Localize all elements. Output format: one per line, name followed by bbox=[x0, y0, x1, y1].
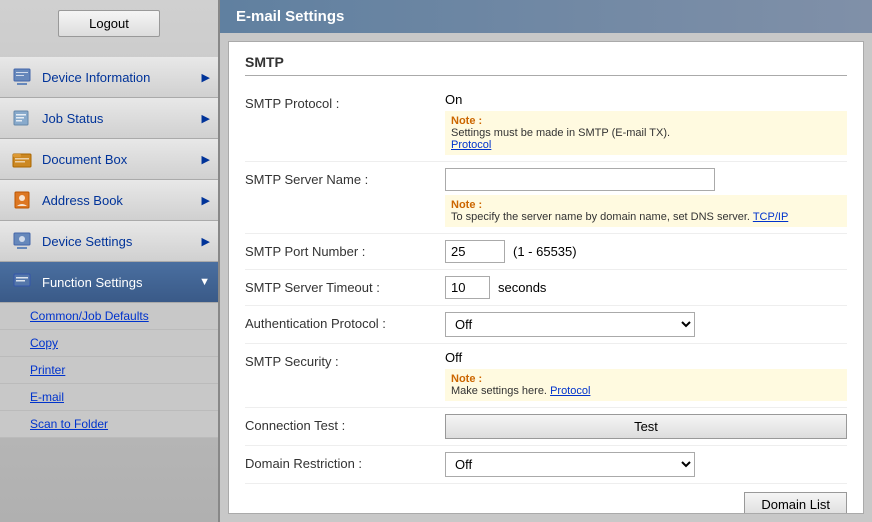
sidebar-item-label: Address Book bbox=[42, 193, 123, 208]
auth-protocol-row: Authentication Protocol : Off POP before… bbox=[245, 306, 847, 344]
sub-item-scan-to-folder[interactable]: Scan to Folder bbox=[0, 411, 218, 438]
sidebar-item-device-settings[interactable]: Device Settings ▶ bbox=[0, 221, 218, 262]
smtp-port-input[interactable] bbox=[445, 240, 505, 263]
function-settings-submenu: Common/Job Defaults Copy Printer E-mail … bbox=[0, 303, 218, 438]
main-content: E-mail Settings SMTP SMTP Protocol : On … bbox=[220, 0, 872, 522]
address-book-icon bbox=[10, 188, 34, 212]
smtp-security-label: SMTP Security : bbox=[245, 350, 445, 369]
connection-test-value-area: Test bbox=[445, 414, 847, 439]
smtp-protocol-label: SMTP Protocol : bbox=[245, 92, 445, 111]
domain-restriction-label: Domain Restriction : bbox=[245, 452, 445, 471]
sidebar-item-job-status[interactable]: Job Status ▶ bbox=[0, 98, 218, 139]
document-box-icon bbox=[10, 147, 34, 171]
domain-restriction-value-area: Off On bbox=[445, 452, 847, 477]
sidebar-nav: Device Information ▶ Job Status ▶ Docume… bbox=[0, 57, 218, 438]
sub-item-email[interactable]: E-mail bbox=[0, 384, 218, 411]
sub-item-printer[interactable]: Printer bbox=[0, 357, 218, 384]
auth-protocol-label: Authentication Protocol : bbox=[245, 312, 445, 331]
smtp-security-note-link[interactable]: Protocol bbox=[550, 385, 590, 397]
sub-item-common-job-defaults[interactable]: Common/Job Defaults bbox=[0, 303, 218, 330]
chevron-right-icon: ▶ bbox=[202, 112, 210, 125]
smtp-port-row: SMTP Port Number : (1 - 65535) bbox=[245, 234, 847, 270]
smtp-server-input[interactable] bbox=[445, 168, 715, 191]
smtp-security-note: Note : Make settings here. Protocol bbox=[445, 369, 847, 401]
smtp-timeout-label: SMTP Server Timeout : bbox=[245, 276, 445, 295]
smtp-server-note-link[interactable]: TCP/IP bbox=[753, 211, 788, 223]
smtp-server-label: SMTP Server Name : bbox=[245, 168, 445, 187]
smtp-security-value: Off bbox=[445, 350, 847, 365]
page-title-bar: E-mail Settings bbox=[220, 0, 872, 33]
smtp-protocol-row: SMTP Protocol : On Note : Settings must … bbox=[245, 86, 847, 162]
smtp-timeout-input[interactable] bbox=[445, 276, 490, 299]
smtp-server-note-text: To specify the server name by domain nam… bbox=[451, 211, 750, 223]
smtp-security-value-area: Off Note : Make settings here. Protocol bbox=[445, 350, 847, 401]
note-label-2: Note : bbox=[451, 199, 482, 211]
sidebar-item-address-book[interactable]: Address Book ▶ bbox=[0, 180, 218, 221]
smtp-port-value-area: (1 - 65535) bbox=[445, 240, 847, 263]
chevron-right-icon: ▶ bbox=[202, 194, 210, 207]
note-label-3: Note : bbox=[451, 373, 482, 385]
sidebar-item-label: Job Status bbox=[42, 111, 103, 126]
function-settings-icon bbox=[10, 270, 34, 294]
smtp-timeout-inline: seconds bbox=[445, 276, 847, 299]
smtp-protocol-value: On bbox=[445, 92, 847, 107]
sidebar-item-label: Function Settings bbox=[42, 275, 142, 290]
smtp-protocol-note: Note : Settings must be made in SMTP (E-… bbox=[445, 111, 847, 155]
domain-restriction-inline: Off On bbox=[445, 452, 847, 477]
auth-protocol-select[interactable]: Off POP before SMTP SMTP Authentication bbox=[445, 312, 695, 337]
test-button[interactable]: Test bbox=[445, 414, 847, 439]
smtp-server-note: Note : To specify the server name by dom… bbox=[445, 195, 847, 227]
sidebar-item-device-information[interactable]: Device Information ▶ bbox=[0, 57, 218, 98]
sidebar-item-label: Device Information bbox=[42, 70, 150, 85]
sidebar-item-function-settings[interactable]: Function Settings ▼ bbox=[0, 262, 218, 303]
smtp-section-title: SMTP bbox=[245, 54, 847, 76]
sidebar-item-document-box[interactable]: Document Box ▶ bbox=[0, 139, 218, 180]
smtp-protocol-value-area: On Note : Settings must be made in SMTP … bbox=[445, 92, 847, 155]
sidebar-item-label: Device Settings bbox=[42, 234, 132, 249]
smtp-protocol-note-text: Settings must be made in SMTP (E-mail TX… bbox=[451, 127, 670, 139]
chevron-right-icon: ▶ bbox=[202, 71, 210, 84]
connection-test-label: Connection Test : bbox=[245, 414, 445, 433]
smtp-timeout-value-area: seconds bbox=[445, 276, 847, 299]
device-info-icon bbox=[10, 65, 34, 89]
chevron-right-icon: ▶ bbox=[202, 235, 210, 248]
smtp-timeout-row: SMTP Server Timeout : seconds bbox=[245, 270, 847, 306]
sidebar: Logout Device Information ▶ Job Status ▶… bbox=[0, 0, 220, 522]
job-status-icon bbox=[10, 106, 34, 130]
smtp-port-range: (1 - 65535) bbox=[513, 244, 577, 259]
logout-button[interactable]: Logout bbox=[58, 10, 160, 37]
page-title: E-mail Settings bbox=[236, 8, 344, 25]
smtp-timeout-unit: seconds bbox=[498, 280, 546, 295]
sidebar-item-label: Document Box bbox=[42, 152, 127, 167]
content-area: SMTP SMTP Protocol : On Note : Settings … bbox=[228, 41, 864, 514]
chevron-right-icon: ▶ bbox=[202, 153, 210, 166]
smtp-server-row: SMTP Server Name : Note : To specify the… bbox=[245, 162, 847, 234]
auth-protocol-value-area: Off POP before SMTP SMTP Authentication bbox=[445, 312, 847, 337]
domain-list-row: Domain List bbox=[245, 484, 847, 514]
sub-item-copy[interactable]: Copy bbox=[0, 330, 218, 357]
smtp-protocol-note-link[interactable]: Protocol bbox=[451, 139, 491, 151]
connection-test-row: Connection Test : Test bbox=[245, 408, 847, 446]
smtp-security-row: SMTP Security : Off Note : Make settings… bbox=[245, 344, 847, 408]
smtp-server-value-area: Note : To specify the server name by dom… bbox=[445, 168, 847, 227]
domain-restriction-select[interactable]: Off On bbox=[445, 452, 695, 477]
smtp-security-note-text: Make settings here. bbox=[451, 385, 547, 397]
device-settings-icon bbox=[10, 229, 34, 253]
domain-list-button[interactable]: Domain List bbox=[744, 492, 847, 514]
chevron-down-icon: ▼ bbox=[199, 276, 210, 288]
smtp-port-inline: (1 - 65535) bbox=[445, 240, 847, 263]
note-label-1: Note : bbox=[451, 115, 482, 127]
domain-restriction-row: Domain Restriction : Off On bbox=[245, 446, 847, 484]
smtp-port-label: SMTP Port Number : bbox=[245, 240, 445, 259]
